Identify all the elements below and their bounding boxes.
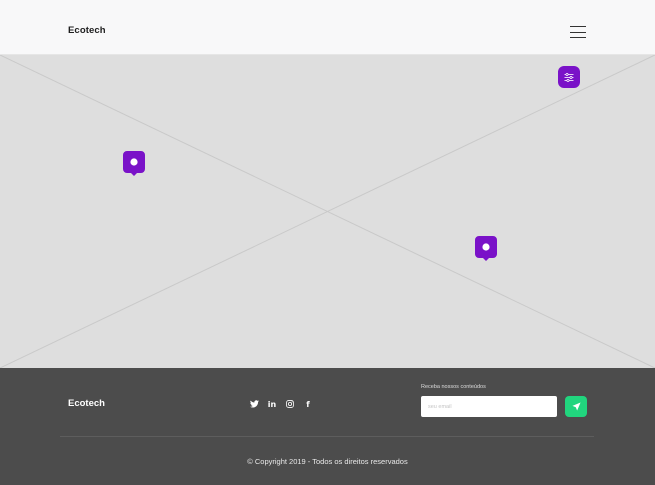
map-area[interactable] [0,55,655,368]
footer-divider [60,436,594,437]
social-links: in f [249,399,313,409]
brand-logo[interactable]: Ecotech [68,25,106,36]
footer-brand-logo[interactable]: Ecotech [68,398,105,409]
map-pin-icon [123,151,145,176]
send-button[interactable] [565,396,587,417]
email-input[interactable] [421,396,557,417]
send-icon [571,402,581,411]
facebook-icon[interactable]: f [303,399,313,409]
top-navbar: Ecotech [0,0,655,55]
sliders-icon [564,72,574,82]
hamburger-menu-button[interactable] [568,24,588,40]
map-filter-button[interactable] [558,66,580,88]
newsletter-label: Receba nossos conteúdos [421,384,486,390]
map-pin[interactable] [475,236,497,262]
map-placeholder-lines [0,55,655,368]
linkedin-icon[interactable]: in [267,399,277,409]
instagram-icon[interactable] [285,399,295,409]
copyright-text: © Copyright 2019 - Todos os direitos res… [247,457,408,466]
twitter-icon[interactable] [249,399,259,409]
map-pin[interactable] [123,151,145,177]
footer: Ecotech in f Receba nossos conteúdos © C… [0,368,655,485]
map-pin-icon [475,236,497,261]
hamburger-menu-icon [570,26,586,28]
